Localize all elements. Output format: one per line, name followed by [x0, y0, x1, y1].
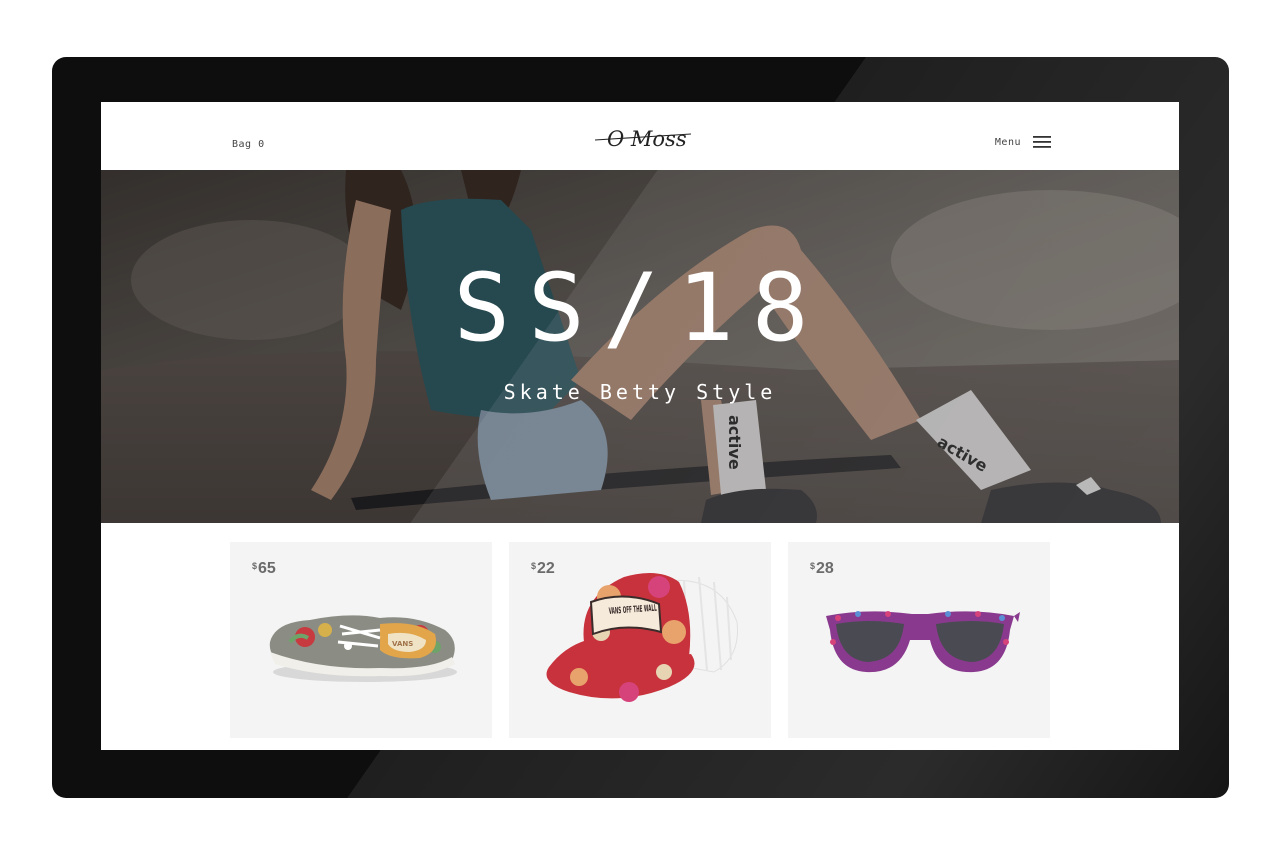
product-card-sunglasses[interactable]: $28 [788, 542, 1050, 738]
product-grid: $65 VANS $22 $28 [230, 542, 1050, 738]
logo-text: O Moss [607, 127, 687, 151]
hero-banner[interactable]: active active SS/18 Skate Betty Style [101, 170, 1179, 523]
website-screen: Bag 0 O Moss Menu SS/18 Skate Betty Styl… [101, 102, 1179, 750]
menu-button[interactable]: Menu [995, 135, 1051, 149]
menu-label: Menu [994, 136, 1021, 148]
bag-link[interactable]: Bag 0 [232, 139, 265, 150]
product-card-cap[interactable]: $22 VANS OFF THE WALL [509, 542, 771, 738]
top-navigation: Bag 0 O Moss Menu [101, 102, 1179, 171]
sneaker-icon: VANS [269, 615, 457, 682]
sneaker-insole-text: VANS [392, 640, 413, 648]
product-card-sneaker[interactable]: $65 VANS [230, 542, 492, 738]
trucker-cap-icon: VANS OFF THE WALL [546, 573, 739, 702]
hero-title: SS/18 [453, 254, 827, 363]
hero-subtitle: Skate Betty Style [503, 380, 777, 404]
sunglasses-icon [826, 611, 1020, 673]
brand-logo[interactable]: O Moss [593, 120, 693, 154]
hamburger-icon [1033, 136, 1051, 148]
